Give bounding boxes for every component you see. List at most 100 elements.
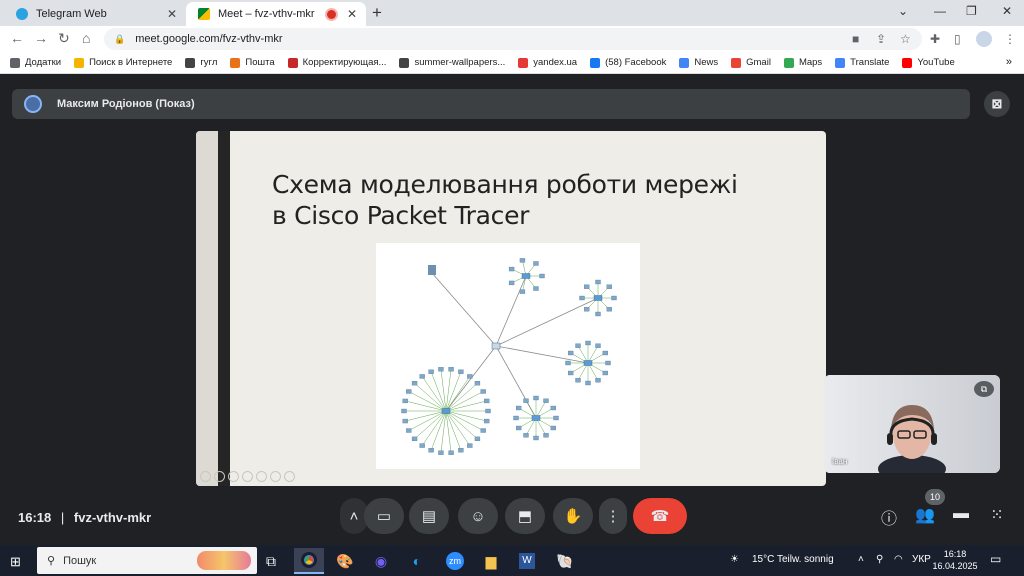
bookmarks-overflow-icon[interactable]: » [1006,56,1012,68]
bookmark-item[interactable]: Maps [783,57,822,68]
bookmark-item[interactable]: гугл [185,57,217,68]
taskbar-search-box[interactable]: ⚲ Пошук [37,547,257,574]
present-screen-button[interactable]: ⬒ [505,498,545,534]
weather-text[interactable]: 15°C Teilw. sonnig [752,554,834,565]
bookmark-item[interactable]: summer-wallpapers... [399,57,505,68]
restore-button[interactable]: ❐ [966,4,977,18]
address-bar[interactable]: 🔒 meet.google.com/fvz-vthv-mkr [104,28,922,50]
chrome-icon[interactable] [294,548,324,574]
bookmark-item[interactable]: yandex.ua [518,57,577,68]
new-tab-button[interactable]: + [372,3,382,23]
bookmark-item[interactable]: YouTube [902,57,955,68]
pc-node [402,398,408,404]
pc-node [533,286,539,291]
home-icon[interactable]: ⌂ [82,30,90,46]
bookmark-icon [230,57,241,68]
app-icon[interactable]: 🐚 [550,548,580,574]
bookmark-item[interactable]: Gmail [731,57,771,68]
language-indicator[interactable]: УКР [912,554,931,565]
pc-node [595,343,601,348]
leave-call-button[interactable]: ☎ [633,498,687,534]
wifi-icon[interactable]: ◠ [894,554,903,565]
pc-node [585,340,591,346]
tray-chevron-icon[interactable]: ˄ [858,554,864,565]
pc-node [584,307,590,312]
bookmark-item[interactable]: (58) Facebook [590,57,666,68]
bookmark-star-icon[interactable]: ☆ [900,32,911,46]
switch-node [583,360,593,366]
tab-telegram[interactable]: Telegram Web ✕ [4,2,186,26]
close-window-button[interactable]: ✕ [1002,4,1012,18]
minimize-button[interactable]: — [934,4,946,18]
more-options-button[interactable]: ⋮ [599,498,627,534]
pc-node [568,370,574,376]
self-view-tile[interactable]: Іван ⧉ [824,375,1000,473]
paint-icon[interactable]: 🎨 [330,548,360,574]
router-node [491,342,501,350]
tab-meet[interactable]: Meet – fvz-vthv-mkr ✕ [186,2,366,26]
emoji-reaction-button[interactable]: ☺ [458,498,498,534]
pc-node [484,398,490,404]
switch-node [531,415,541,421]
bookmark-icon [287,57,298,68]
pc-node [585,380,591,386]
tab-search-icon[interactable]: ⌄ [898,4,908,18]
bookmark-item[interactable]: Пошта [230,57,275,68]
pc-node [419,374,425,379]
pc-node [448,367,454,372]
pc-node [480,428,486,433]
bookmark-icon [399,57,410,68]
captions-button[interactable]: ▤ [409,498,449,534]
profile-avatar[interactable] [976,31,992,47]
pc-node [485,408,491,414]
extensions-icon[interactable]: ✚ [930,32,940,46]
pc-node [411,380,418,386]
zoom-icon[interactable]: zm [440,548,470,574]
pc-node [438,367,444,372]
notifications-icon[interactable]: ▭ [990,552,1001,566]
pc-node [516,425,522,431]
raise-hand-button[interactable]: ✋ [553,498,593,534]
pc-node [513,415,519,421]
forward-icon[interactable]: → [34,30,48,46]
back-icon[interactable]: ← [10,30,24,46]
pc-node [575,378,581,383]
reload-icon[interactable]: ↻ [58,30,70,47]
tab-close-icon[interactable]: ✕ [164,7,180,21]
unpin-icon[interactable]: ⊠ [984,91,1010,117]
file-explorer-icon[interactable]: ▆ [476,548,506,574]
bookmark-item[interactable]: Корректирующая... [287,57,386,68]
pip-icon[interactable]: ⧉ [974,381,994,397]
meeting-details-icon[interactable]: ⓘ [878,505,900,529]
menu-icon[interactable]: ⋮ [1004,32,1016,46]
edge-icon[interactable]: ◐ [402,548,432,574]
chat-icon[interactable]: ▬ [950,505,972,523]
activities-icon[interactable]: ⁙ [986,505,1008,525]
people-icon[interactable]: 👥 [914,505,936,525]
side-panel-icon[interactable]: ▯ [954,32,961,46]
share-icon[interactable]: ⇪ [876,32,886,46]
search-highlight-image [197,551,251,570]
viber-icon[interactable]: ◉ [366,548,396,574]
pc-node [519,258,526,263]
bookmark-icon [835,57,846,68]
pc-node [448,450,454,455]
network-icon[interactable]: ⚲ [876,554,883,565]
bookmark-item[interactable]: Додатки [10,57,61,68]
tab-close-icon[interactable]: ✕ [344,7,360,21]
bookmark-icon [185,57,196,68]
browser-toolbar: ← → ↻ ⌂ 🔒 meet.google.com/fvz-vthv-mkr ■… [0,26,1024,52]
bookmark-item[interactable]: Поиск в Интернете [74,57,172,68]
camera-icon[interactable]: ■ [852,32,859,46]
taskbar-clock[interactable]: 16:18 16.04.2025 [932,548,978,572]
windows-start-icon[interactable]: ⊞ [10,554,21,570]
task-view-icon[interactable]: ⧉ [256,548,286,574]
bookmark-item[interactable]: News [679,57,718,68]
pc-node [584,284,590,289]
bookmark-item[interactable]: Translate [835,57,889,68]
pc-node [568,350,574,356]
word-icon[interactable]: W [512,548,542,574]
meet-icon [198,8,210,20]
camera-toggle-button[interactable]: ▭ [364,498,404,534]
presentation-slide: Схема моделювання роботи мережі в Cisco … [196,131,826,486]
